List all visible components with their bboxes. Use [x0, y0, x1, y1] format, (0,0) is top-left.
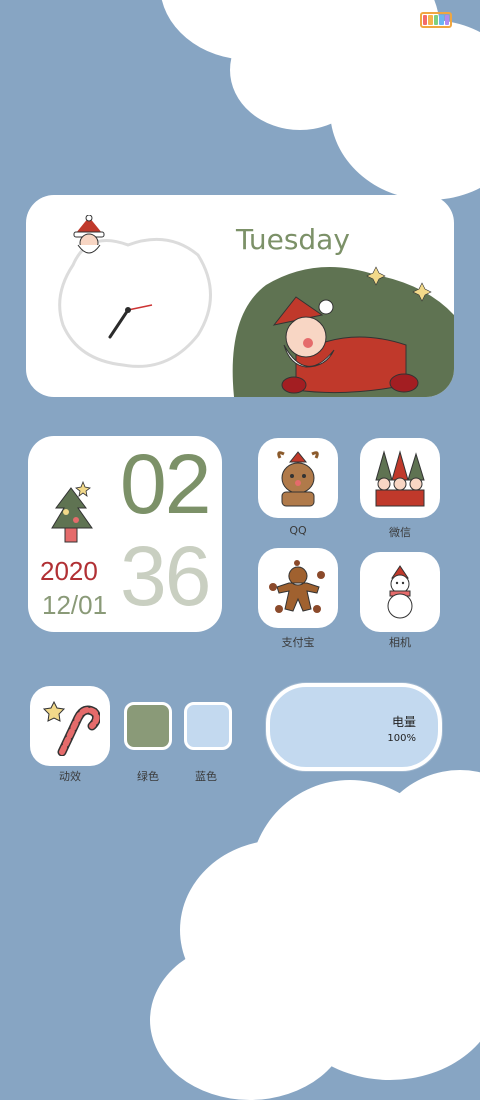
- elves-icon: [375, 450, 425, 507]
- candy-cane-icon: [42, 700, 100, 756]
- battery-widget[interactable]: 电量 100%: [266, 683, 442, 771]
- signal-icon: [366, 13, 384, 27]
- snowman-icon: [387, 565, 413, 619]
- app-qq[interactable]: [258, 438, 338, 518]
- app-camera[interactable]: [360, 552, 440, 632]
- battery-widget-value: 100%: [387, 733, 416, 744]
- date-widget[interactable]: 02 36 2020 12/01: [28, 436, 222, 632]
- green-swatch[interactable]: [124, 702, 172, 750]
- app-dynamic-label: 动效: [59, 770, 81, 783]
- status-bar: [366, 12, 452, 28]
- blue-swatch[interactable]: [184, 702, 232, 750]
- santa-illustration-icon: [232, 266, 454, 397]
- clock-widget[interactable]: Tuesday: [26, 195, 454, 397]
- blue-swatch-label: 蓝色: [195, 770, 217, 783]
- app-wechat-label: 微信: [389, 526, 411, 539]
- christmas-tree-icon: [51, 480, 93, 543]
- app-wechat[interactable]: [360, 438, 440, 518]
- month-day-text: 12/01: [42, 590, 108, 620]
- hour-text: 02: [120, 437, 211, 531]
- wifi-icon: [394, 13, 412, 27]
- app-qq-label: QQ: [289, 524, 307, 537]
- weekday-label: Tuesday: [236, 223, 350, 256]
- battery-widget-label: 电量: [391, 715, 416, 729]
- santa-head-icon: [73, 215, 105, 254]
- minute-text: 36: [120, 529, 211, 623]
- app-camera-label: 相机: [389, 636, 411, 649]
- app-dynamic[interactable]: [30, 686, 110, 766]
- reindeer-icon: [277, 451, 319, 507]
- year-text: 2020: [40, 556, 98, 586]
- app-alipay-label: 支付宝: [281, 636, 315, 649]
- app-alipay[interactable]: [258, 548, 338, 628]
- battery-icon: [420, 12, 452, 28]
- gingerbread-icon: [269, 560, 325, 613]
